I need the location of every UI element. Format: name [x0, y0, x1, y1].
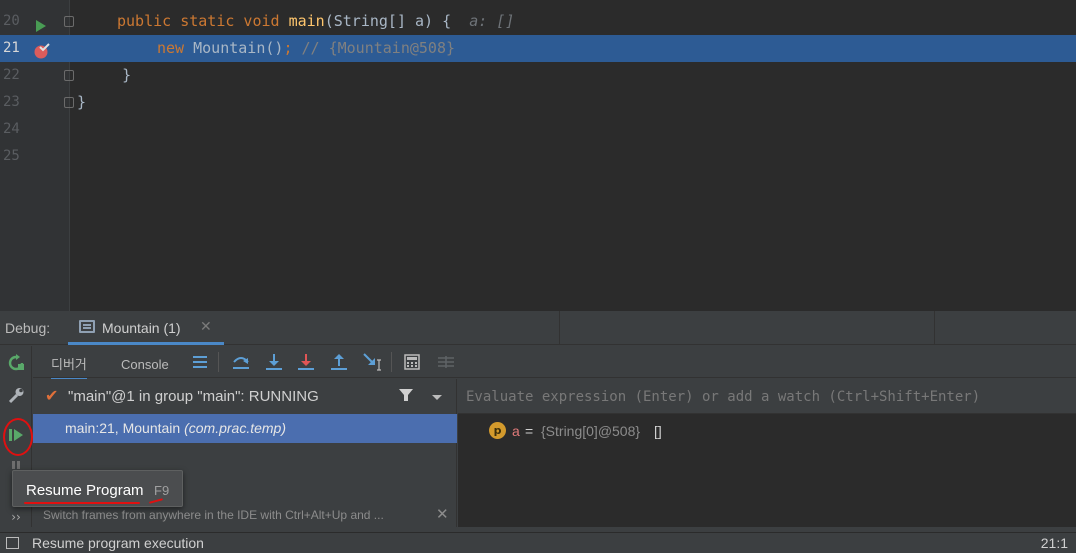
status-bar: Resume program execution 21:1	[0, 532, 1076, 553]
thread-selector[interactable]: ✔ "main"@1 in group "main": RUNNING	[33, 379, 457, 412]
code-rest: Mountain()	[193, 39, 284, 57]
code-text: }	[86, 66, 132, 84]
chevron-down-icon[interactable]	[431, 388, 443, 407]
more-icon[interactable]: ››	[5, 506, 27, 528]
variables-panel: p a = {String[0]@508} []	[458, 379, 1076, 527]
divider	[391, 352, 392, 372]
tooltip-label: Resume Program	[26, 482, 144, 499]
code-line-25[interactable]: 25	[0, 143, 1076, 170]
frame-location: main:21, Mountain	[65, 420, 181, 436]
force-step-into-icon[interactable]	[296, 352, 316, 372]
inline-debug-comment: // {Mountain@508}	[292, 39, 456, 57]
debug-header: Debug: Mountain (1) ✕	[0, 311, 1076, 345]
divider	[559, 311, 560, 345]
checkmark-icon: ✔	[45, 386, 59, 405]
session-tab-label: Mountain (1)	[102, 320, 181, 336]
code-editor[interactable]: 20 public static void main(String[] a) {…	[0, 0, 1076, 311]
rerun-icon[interactable]	[5, 352, 27, 374]
evaluate-bar	[458, 379, 1076, 414]
close-icon[interactable]: ✕	[436, 505, 449, 523]
wrench-icon[interactable]	[5, 384, 27, 406]
variable-row[interactable]: p a = {String[0]@508} []	[458, 422, 1076, 444]
debug-tool-window: Debug: Mountain (1) ✕ ›› 디버거 Console ✔ "…	[0, 311, 1076, 553]
tab-console[interactable]: Console	[121, 357, 169, 372]
code-rest: (String[] a) {	[324, 12, 452, 30]
hint-text: Switch frames from anywhere in the IDE w…	[43, 508, 384, 522]
run-to-cursor-icon[interactable]	[362, 352, 382, 372]
line-number: 21	[3, 40, 20, 56]
fold-marker-icon[interactable]	[64, 16, 74, 27]
code-text: public static void main(String[] a) { a:…	[117, 8, 514, 35]
step-out-icon[interactable]	[329, 352, 349, 372]
code-line-23[interactable]: 23 }	[0, 89, 1076, 116]
tab-debugger[interactable]: 디버거	[51, 354, 87, 381]
tooltip-shortcut: F9	[154, 483, 170, 498]
frame-label: main:21, Mountain (com.prac.temp)	[65, 420, 286, 436]
variable-array: []	[654, 423, 662, 439]
line-number: 25	[3, 148, 20, 164]
keyword: public static void	[117, 12, 289, 30]
code-line-24[interactable]: 24	[0, 116, 1076, 143]
console-window-icon	[79, 320, 95, 333]
caret-position[interactable]: 21:1	[1041, 535, 1068, 551]
method-name: main	[288, 12, 325, 30]
debug-label: Debug:	[5, 320, 51, 336]
tool-window-toggle-icon[interactable]	[6, 537, 19, 549]
divider	[934, 311, 935, 345]
trace-stream-icon[interactable]	[436, 352, 456, 372]
divider	[218, 352, 219, 372]
code-line-22[interactable]: 22 }	[0, 62, 1076, 89]
line-number: 23	[3, 94, 20, 110]
variable-eq: =	[525, 423, 534, 439]
step-into-icon[interactable]	[264, 352, 284, 372]
thread-label: "main"@1 in group "main": RUNNING	[68, 388, 319, 405]
code-line-21[interactable]: 21 new Mountain(); // {Mountain@508}	[0, 35, 1076, 62]
breakpoint-icon[interactable]	[34, 41, 50, 59]
layout-menu-icon[interactable]	[190, 352, 210, 372]
calculator-icon[interactable]	[402, 352, 422, 372]
code-text: }	[77, 93, 87, 111]
code-text: new Mountain(); // {Mountain@508}	[157, 35, 455, 62]
variable-name: a	[512, 423, 520, 439]
line-number: 22	[3, 67, 20, 83]
annotation-underline	[24, 502, 140, 504]
filter-icon[interactable]	[398, 387, 414, 407]
close-icon[interactable]: ✕	[200, 319, 212, 335]
line-number: 20	[3, 13, 20, 29]
stack-frame-row[interactable]: main:21, Mountain (com.prac.temp)	[33, 414, 457, 443]
frame-package: (com.prac.temp)	[184, 420, 286, 436]
tab-debug-session[interactable]: Mountain (1) ✕	[68, 311, 224, 345]
fold-marker-icon[interactable]	[64, 70, 74, 81]
debugger-toolbar: 디버거 Console	[33, 346, 1076, 381]
line-number: 24	[3, 121, 20, 137]
frames-hint: Switch frames from anywhere in the IDE w…	[33, 504, 457, 527]
fold-marker-icon[interactable]	[64, 97, 74, 108]
evaluate-expression-input[interactable]	[466, 386, 1066, 408]
parameter-icon: p	[489, 422, 506, 439]
code-line-20[interactable]: 20 public static void main(String[] a) {…	[0, 8, 1076, 35]
step-over-icon[interactable]	[231, 352, 251, 372]
status-message: Resume program execution	[32, 535, 204, 551]
variable-value: {String[0]@508}	[541, 423, 641, 439]
keyword: new	[157, 39, 194, 57]
run-arrow-icon[interactable]	[33, 15, 47, 32]
inline-value-hint: a: []	[469, 12, 515, 30]
annotation-circle	[3, 418, 33, 456]
